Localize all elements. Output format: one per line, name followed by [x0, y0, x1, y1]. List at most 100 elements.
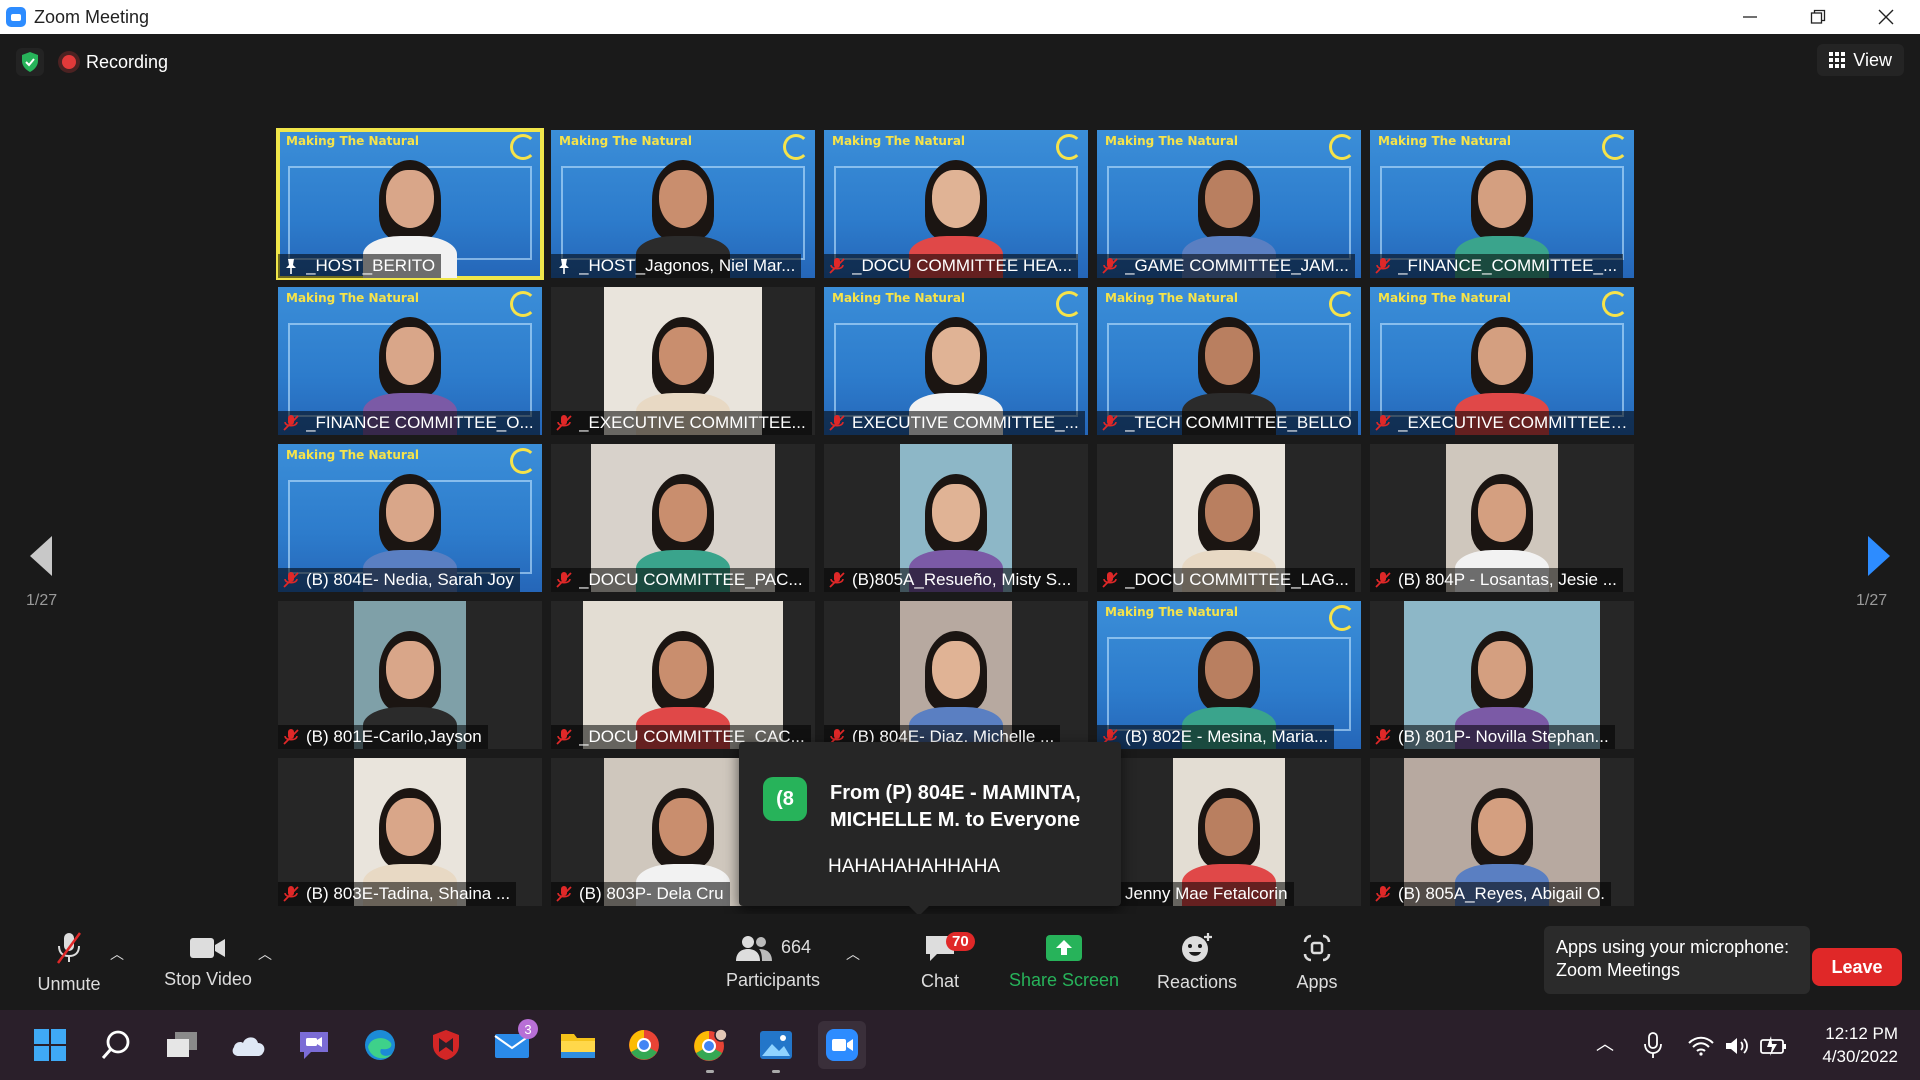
- participant-name-bar: _GAME COMMITTEE_JAM...: [1097, 254, 1355, 278]
- virtual-background-banner: Making The Natural: [1105, 134, 1239, 148]
- participant-tile[interactable]: Making The Natural _TECH COMMITTEE_BELLO: [1097, 287, 1361, 435]
- recording-indicator[interactable]: Recording: [62, 52, 168, 73]
- task-view-icon[interactable]: [158, 1021, 206, 1069]
- page-indicator-right: 1/27: [1856, 592, 1888, 609]
- participant-name: (B) 801E-Carilo,Jayson: [306, 727, 482, 746]
- reactions-button[interactable]: Reactions: [1150, 914, 1244, 1010]
- chat-unread-badge: 70: [946, 932, 975, 951]
- participants-caret-icon[interactable]: ︿: [846, 944, 860, 964]
- mail-icon[interactable]: 3: [488, 1019, 538, 1069]
- unmute-button[interactable]: Unmute: [34, 914, 104, 1010]
- participant-tile[interactable]: (B) 804P - Losantas, Jesie ...: [1370, 444, 1634, 592]
- close-icon: [1878, 9, 1894, 25]
- unmute-label: Unmute: [37, 973, 101, 994]
- chrome-profile-icon[interactable]: [686, 1021, 734, 1073]
- mcafee-shield-icon[interactable]: [422, 1021, 470, 1069]
- participant-tile[interactable]: (B) 805A_Reyes, Abigail O.: [1370, 758, 1634, 906]
- participant-tile[interactable]: Making The Natural _FINANCE COMMITTEE_O..…: [278, 287, 542, 435]
- zoom-taskbar-icon[interactable]: [818, 1021, 866, 1069]
- minimize-button[interactable]: [1716, 0, 1784, 34]
- previous-page-button[interactable]: [28, 534, 54, 583]
- mic-muted-icon: [1102, 258, 1118, 274]
- participants-button[interactable]: 664 Participants: [720, 914, 826, 1010]
- participant-tile[interactable]: _DOCU COMMITTEE_PAC...: [551, 444, 815, 592]
- chat-notification-popup[interactable]: (8 From (P) 804E - MAMINTA, MICHELLE M. …: [739, 742, 1121, 916]
- tray-overflow-chevron-icon[interactable]: ︿: [1596, 1030, 1614, 1056]
- search-icon[interactable]: [92, 1021, 140, 1069]
- edge-browser-icon[interactable]: [356, 1021, 404, 1069]
- participant-tile[interactable]: _DOCU COMMITTEE_LAG...: [1097, 444, 1361, 592]
- mic-muted-icon: [283, 572, 299, 588]
- virtual-background-banner: Making The Natural: [1378, 134, 1512, 148]
- participant-tile[interactable]: (B) 801E-Carilo,Jayson: [278, 601, 542, 749]
- participant-tile[interactable]: (B) 804E- Diaz, Michelle ...: [824, 601, 1088, 749]
- participant-name: _EXECUTIVE COMMITTEE ...: [1398, 413, 1628, 432]
- weather-cloud-icon[interactable]: [224, 1021, 272, 1069]
- participant-tile[interactable]: Making The Natural _FINANCE_COMMITTEE_...: [1370, 130, 1634, 278]
- teams-chat-icon[interactable]: [290, 1021, 338, 1069]
- stop-video-button[interactable]: Stop Video: [160, 914, 256, 1010]
- video-options-caret-icon[interactable]: ︿: [258, 944, 272, 964]
- microphone-usage-toast: Apps using your microphone: Zoom Meeting…: [1544, 926, 1810, 994]
- apps-button[interactable]: Apps: [1290, 914, 1344, 1010]
- chat-button[interactable]: Chat 70: [910, 914, 975, 1010]
- participant-name-bar: _FINANCE COMMITTEE_O...: [278, 411, 540, 435]
- virtual-background-banner: Making The Natural: [286, 448, 420, 462]
- participant-name: (B) 804E- Nedia, Sarah Joy: [306, 570, 514, 589]
- restore-button[interactable]: [1784, 0, 1852, 34]
- participant-tile[interactable]: Making The Natural EXECUTIVE COMMITTEE_..…: [824, 287, 1088, 435]
- participant-tile[interactable]: _EXECUTIVE COMMITTEE...: [551, 287, 815, 435]
- virtual-background-banner: Making The Natural: [1378, 291, 1512, 305]
- participant-tile[interactable]: _DOCU COMMITTEE_CAC...: [551, 601, 815, 749]
- participant-tile[interactable]: Making The Natural _GAME COMMITTEE_JAM...: [1097, 130, 1361, 278]
- participant-name: _HOST_BERITO: [306, 256, 436, 275]
- audio-options-caret-icon[interactable]: ︿: [110, 944, 124, 964]
- chat-sender-avatar: (8: [763, 777, 807, 821]
- video-camera-icon: [190, 937, 225, 958]
- file-explorer-icon[interactable]: [554, 1021, 602, 1069]
- mic-muted-icon: [283, 729, 299, 745]
- leave-button[interactable]: Leave: [1812, 948, 1902, 986]
- security-shield-icon[interactable]: [16, 48, 44, 76]
- chat-label: Chat: [920, 970, 960, 991]
- virtual-background-ring: [510, 134, 536, 160]
- participant-tile[interactable]: Making The Natural _HOST_Jagonos, Niel Ma…: [551, 130, 815, 278]
- next-page-button[interactable]: [1866, 534, 1892, 583]
- close-button[interactable]: [1852, 0, 1920, 34]
- mic-muted-icon: [829, 415, 845, 431]
- participant-name-bar: _TECH COMMITTEE_BELLO: [1097, 411, 1358, 435]
- start-windows-icon[interactable]: [26, 1021, 74, 1069]
- wifi-icon[interactable]: [1688, 1036, 1714, 1056]
- share-screen-button[interactable]: Share Screen: [1006, 914, 1122, 1010]
- battery-charging-icon[interactable]: [1760, 1035, 1788, 1057]
- view-button[interactable]: View: [1817, 44, 1904, 76]
- virtual-background-banner: Making The Natural: [286, 134, 420, 148]
- page-indicator-left: 1/27: [26, 592, 58, 609]
- participant-tile[interactable]: (B) 801P- Novilla Stephan...: [1370, 601, 1634, 749]
- participant-tile[interactable]: (B) 803E-Tadina, Shaina ...: [278, 758, 542, 906]
- reactions-label: Reactions: [1156, 971, 1238, 992]
- mic-muted-icon: [1375, 572, 1391, 588]
- chrome-browser-icon[interactable]: [620, 1021, 668, 1069]
- participant-name-bar: EXECUTIVE COMMITTEE_...: [824, 411, 1085, 435]
- participant-tile[interactable]: Jenny Mae Fetalcorin: [1097, 758, 1361, 906]
- participant-tile[interactable]: Making The Natural _DOCU COMMITTEE HEA...: [824, 130, 1088, 278]
- participant-name: (B) 805A_Reyes, Abigail O.: [1398, 884, 1605, 903]
- virtual-background-banner: Making The Natural: [832, 134, 966, 148]
- participant-tile[interactable]: Making The Natural (B) 804E- Nedia, Sarah…: [278, 444, 542, 592]
- participants-label: Participants: [725, 969, 821, 990]
- virtual-background-banner: Making The Natural: [286, 291, 420, 305]
- clock-date: 4/30/2022: [1822, 1047, 1898, 1066]
- taskbar-clock[interactable]: 12:12 PM 4/30/2022: [1822, 1022, 1898, 1068]
- meeting-toolbar: Unmute ︿ Stop Video ︿ 664 Participants ︿…: [0, 914, 1920, 1010]
- microphone-tray-icon[interactable]: [1642, 1032, 1664, 1060]
- photos-icon[interactable]: [752, 1021, 800, 1073]
- virtual-background-banner: Making The Natural: [1105, 291, 1239, 305]
- mic-muted-icon: [556, 886, 572, 902]
- participant-tile[interactable]: (B)805A_Resueño, Misty S...: [824, 444, 1088, 592]
- participant-name-bar: (B) 805A_Reyes, Abigail O.: [1370, 882, 1611, 906]
- participant-tile[interactable]: Making The Natural (B) 802E - Mesina, Mar…: [1097, 601, 1361, 749]
- participant-tile[interactable]: Making The Natural _EXECUTIVE COMMITTEE .…: [1370, 287, 1634, 435]
- participant-tile[interactable]: Making The Natural _HOST_BERITO: [276, 128, 544, 280]
- volume-icon[interactable]: [1724, 1035, 1750, 1057]
